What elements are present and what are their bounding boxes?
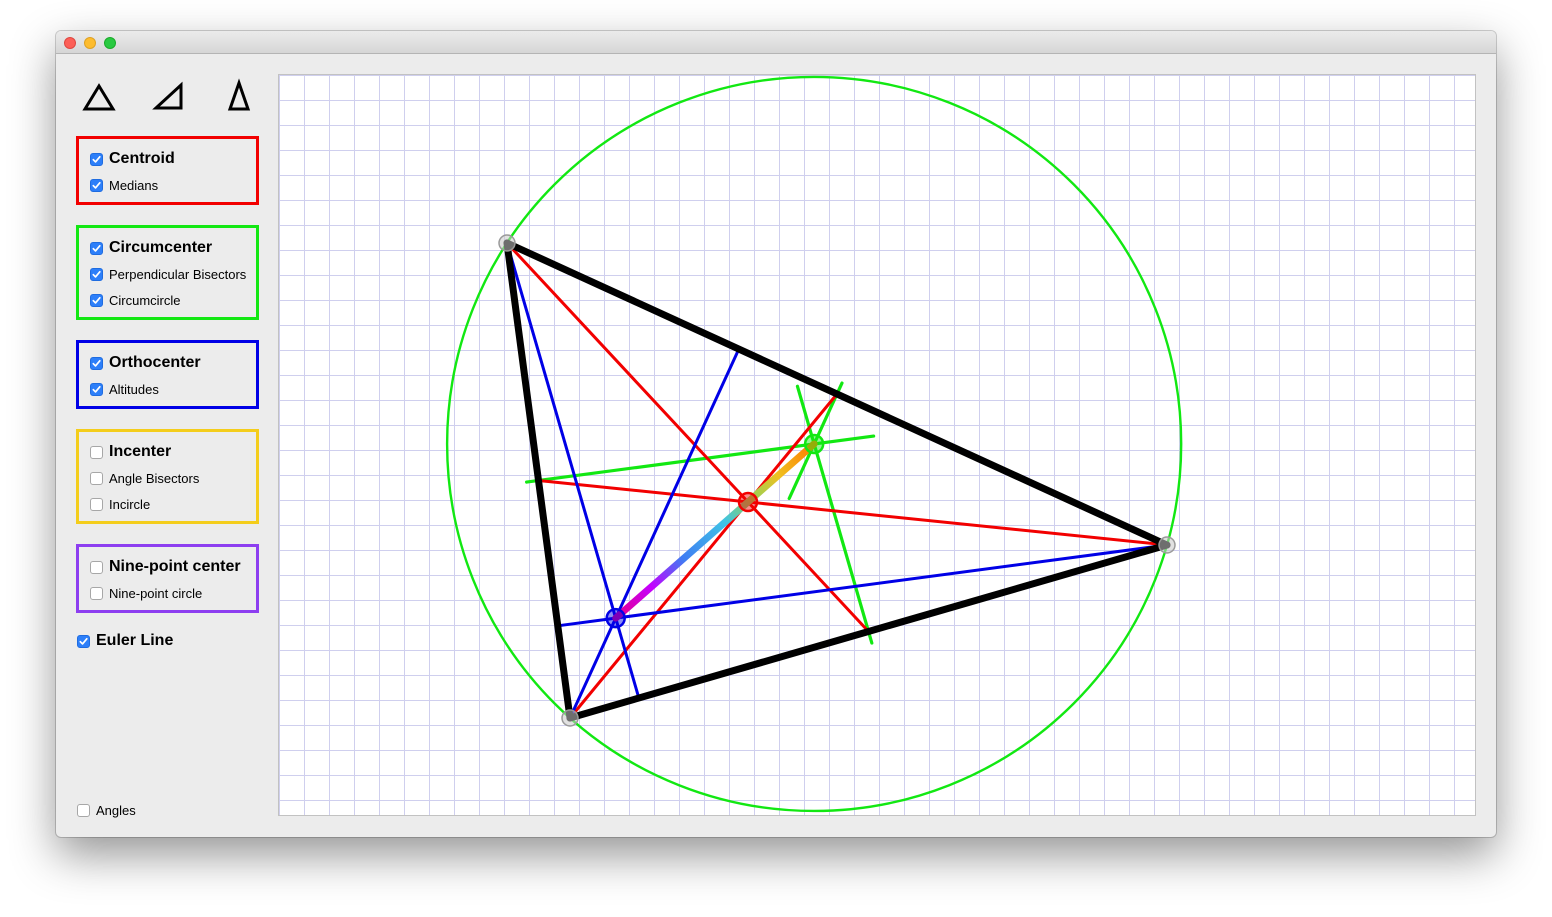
minimize-button[interactable] bbox=[84, 37, 96, 49]
vertex-handle-2[interactable] bbox=[561, 709, 579, 727]
angles-label: Angles bbox=[96, 803, 136, 818]
incenter-group: Incenter Angle Bisectors Incircle bbox=[76, 429, 259, 524]
centroid-checkbox[interactable] bbox=[90, 152, 103, 166]
right-triangle-button[interactable] bbox=[147, 76, 191, 116]
vertex-handle-3[interactable] bbox=[1158, 536, 1176, 554]
circumcircle-checkbox[interactable] bbox=[90, 294, 103, 307]
median-3 bbox=[537, 479, 1169, 547]
euler-line bbox=[612, 440, 818, 622]
orthocenter-point bbox=[605, 607, 626, 629]
incenter-label: Incenter bbox=[109, 443, 172, 460]
medians-checkbox[interactable] bbox=[90, 179, 103, 192]
altitudes-label: Altitudes bbox=[109, 382, 159, 397]
triangle-side-3 bbox=[503, 239, 1171, 549]
euler-line-label: Euler Line bbox=[96, 632, 174, 649]
title-bar bbox=[56, 31, 1496, 54]
euler-line-checkbox[interactable] bbox=[77, 634, 90, 648]
nine-point-circle-label: Nine-point circle bbox=[109, 586, 203, 601]
angle-bisectors-checkbox[interactable] bbox=[90, 472, 103, 485]
angles-checkbox[interactable] bbox=[77, 804, 90, 817]
incircle-checkbox[interactable] bbox=[90, 498, 103, 511]
equilateral-triangle-icon bbox=[82, 83, 116, 111]
geometry-drawing bbox=[445, 75, 1183, 813]
circumcircle-label: Circumcircle bbox=[109, 293, 181, 308]
zoom-button[interactable] bbox=[104, 37, 116, 49]
triangle-side-1 bbox=[503, 239, 574, 722]
incenter-checkbox[interactable] bbox=[90, 445, 103, 459]
nine-point-center-toggle[interactable]: Nine-point center bbox=[90, 558, 241, 576]
centroid-group: Centroid Medians bbox=[76, 136, 259, 205]
incircle-label: Incircle bbox=[109, 497, 151, 512]
close-button[interactable] bbox=[64, 37, 76, 49]
perpendicular-bisectors-label: Perpendicular Bisectors bbox=[109, 267, 247, 282]
perpendicular-bisectors-toggle[interactable]: Perpendicular Bisectors bbox=[90, 267, 246, 282]
nine-point-center-checkbox[interactable] bbox=[90, 560, 103, 574]
circumcenter-checkbox[interactable] bbox=[90, 241, 103, 255]
isosceles-triangle-button[interactable] bbox=[217, 76, 261, 116]
right-triangle-icon bbox=[152, 81, 183, 110]
angle-bisectors-toggle[interactable]: Angle Bisectors bbox=[90, 471, 199, 486]
circumcenter-toggle[interactable]: Circumcenter bbox=[90, 239, 212, 257]
nine-point-circle-toggle[interactable]: Nine-point circle bbox=[90, 586, 202, 601]
centroid-label: Centroid bbox=[109, 150, 175, 167]
medians-label: Medians bbox=[109, 178, 159, 193]
incircle-toggle[interactable]: Incircle bbox=[90, 497, 150, 512]
centroid-toggle[interactable]: Centroid bbox=[90, 150, 175, 168]
orthocenter-label: Orthocenter bbox=[109, 354, 201, 371]
orthocenter-toggle[interactable]: Orthocenter bbox=[90, 354, 201, 372]
circumcenter-point bbox=[803, 433, 825, 455]
nine-point-group: Nine-point center Nine-point circle bbox=[76, 544, 259, 613]
altitudes-checkbox[interactable] bbox=[90, 383, 103, 396]
angles-toggle[interactable]: Angles bbox=[77, 803, 136, 818]
geometry-canvas[interactable] bbox=[278, 74, 1476, 816]
app-window: Centroid Medians Circumcenter Perpendicu… bbox=[56, 31, 1496, 837]
centroid-point bbox=[737, 491, 759, 513]
nine-point-circle-checkbox[interactable] bbox=[90, 587, 103, 600]
euler-line-toggle[interactable]: Euler Line bbox=[77, 632, 173, 650]
vertex-handle-1[interactable] bbox=[498, 234, 516, 252]
altitudes-toggle[interactable]: Altitudes bbox=[90, 382, 159, 397]
orthocenter-checkbox[interactable] bbox=[90, 356, 103, 370]
perpendicular-bisectors-checkbox[interactable] bbox=[90, 268, 103, 281]
isosceles-triangle-icon bbox=[227, 78, 251, 111]
angle-bisectors-label: Angle Bisectors bbox=[109, 471, 200, 486]
equilateral-triangle-button[interactable] bbox=[77, 76, 121, 116]
circumcenter-label: Circumcenter bbox=[109, 239, 213, 256]
incenter-toggle[interactable]: Incenter bbox=[90, 443, 171, 461]
circumcircle-toggle[interactable]: Circumcircle bbox=[90, 293, 181, 308]
triangle-side-2 bbox=[566, 541, 1171, 722]
orthocenter-group: Orthocenter Altitudes bbox=[76, 340, 259, 409]
circumcenter-group: Circumcenter Perpendicular Bisectors Cir… bbox=[76, 225, 259, 320]
medians-toggle[interactable]: Medians bbox=[90, 178, 158, 193]
nine-point-center-label: Nine-point center bbox=[109, 558, 241, 575]
